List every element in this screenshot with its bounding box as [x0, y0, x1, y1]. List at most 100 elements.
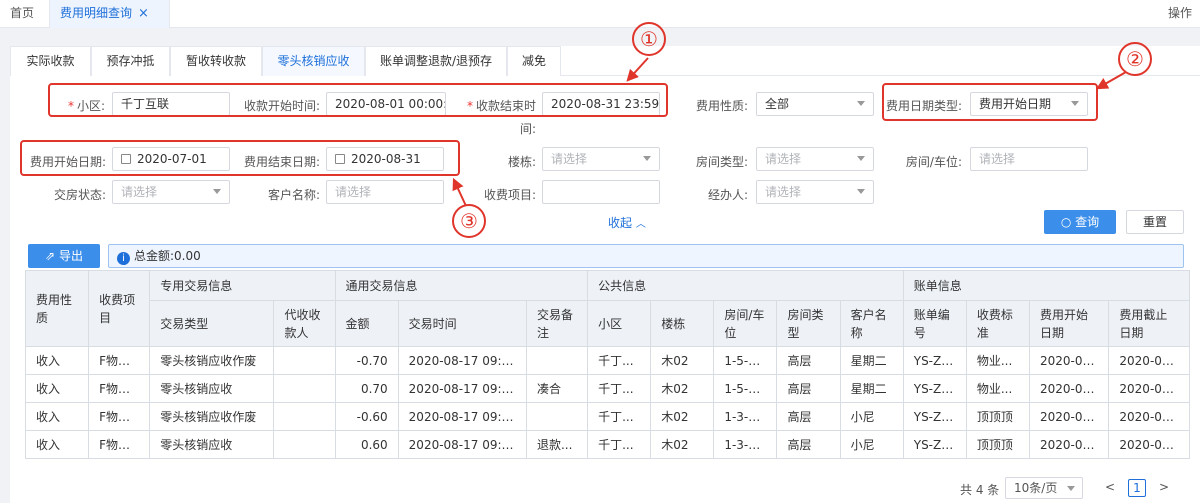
cell-bill-no: YS-ZC...	[902, 374, 967, 403]
cell-nature: 收入	[24, 402, 90, 431]
cell-room: 1-5-501	[713, 346, 778, 375]
cell-customer: 小尼	[839, 402, 904, 431]
cell-nature: 收入	[24, 374, 90, 403]
cell-room-type: 高层	[776, 430, 841, 459]
chevron-up-icon: ︿	[635, 219, 646, 230]
cell-trade-note: 退款...	[525, 430, 589, 459]
table-row[interactable]: 收入 F物业费 零头核销应收 0.70 2020-08-17 09:27:... 凑合 千丁…	[24, 374, 1190, 403]
cell-customer: 星期二	[839, 374, 904, 403]
cell-nature: 收入	[24, 430, 90, 459]
cell-bill-no: YS-ZC...	[902, 402, 967, 431]
cell-room-type: 高层	[776, 402, 841, 431]
subtab-actual-receipt[interactable]: 实际收款	[10, 46, 91, 76]
cell-trade-note	[525, 402, 589, 431]
cell-fee-start: 2020-08-04	[1028, 374, 1110, 403]
sub-tabs: 实际收款 预存冲抵 暂收转收款 零头核销应收 账单调整退款/退预存 减免	[10, 46, 1200, 76]
cell-trade-type: 零头核销应收	[149, 374, 275, 403]
cell-standard: 物业...	[965, 346, 1030, 375]
subtab-temp-to-receipt[interactable]: 暂收转收款	[170, 46, 262, 76]
prev-page-button[interactable]: <	[1098, 477, 1122, 499]
header-trade-type: 交易类型	[149, 300, 275, 347]
cell-building: 木02	[650, 374, 715, 403]
cell-standard: 物业...	[965, 374, 1030, 403]
cell-bill-no: YS-ZC...	[902, 346, 967, 375]
header-building: 楼栋	[650, 300, 715, 347]
cell-fee-end: 2020-08-17	[1108, 430, 1190, 459]
chevron-down-icon	[213, 189, 221, 194]
cell-agent	[273, 430, 336, 459]
subtab-odd-writeoff[interactable]: 零头核销应收	[262, 46, 365, 76]
subtab-bill-adjust-refund[interactable]: 账单调整退款/退预存	[365, 46, 507, 76]
cell-item: F物业费	[88, 402, 151, 431]
fee-detail-table: 费用性质 收费项目 专用交易信息 通用交易信息 公共信息 账单信息 交易类型 代…	[24, 270, 1191, 459]
handover-select[interactable]: 请选择	[112, 180, 230, 204]
cell-fee-end: 2020-08-31	[1108, 374, 1190, 403]
room-label: 房间/车位:	[905, 155, 962, 169]
cell-room: 1-5-501	[713, 374, 778, 403]
cell-trade-note	[525, 346, 589, 375]
header-agent: 代收收款人	[273, 300, 336, 347]
cell-trade-type: 零头核销应收	[149, 430, 275, 459]
close-icon[interactable]: ×	[138, 6, 149, 21]
tab-home[interactable]: 首页	[0, 0, 50, 28]
customer-input[interactable]: 请选择	[326, 180, 444, 204]
cell-amount: 0.70	[334, 374, 399, 403]
summary-bar: i 总金额:0.00	[108, 244, 1184, 268]
item-input[interactable]	[542, 180, 660, 204]
annotation-marker-1: ①	[632, 22, 666, 56]
cell-fee-end: 2020-08-17	[1108, 402, 1190, 431]
cell-trade-time: 2020-08-17 09:42:...	[397, 346, 527, 375]
header-trade-note: 交易备注	[525, 300, 589, 347]
cell-fee-start: 2020-08-01	[1028, 402, 1110, 431]
cell-trade-type: 零头核销应收作废	[149, 346, 275, 375]
item-label: 收费项目:	[483, 188, 536, 202]
table-row[interactable]: 收入 F物业费 零头核销应收 0.60 2020-08-17 09:38:... 退款..…	[24, 430, 1190, 459]
chevron-down-icon	[857, 156, 865, 161]
cell-item: F物业费	[88, 374, 151, 403]
building-select[interactable]: 请选择	[542, 147, 660, 171]
cell-agent	[273, 402, 336, 431]
cell-community: 千丁...	[587, 374, 652, 403]
cell-trade-time: 2020-08-17 09:27:...	[397, 374, 527, 403]
room-input[interactable]: 请选择	[970, 147, 1088, 171]
collapse-toggle[interactable]: 收起 ︿	[608, 214, 646, 231]
next-page-button[interactable]: >	[1152, 477, 1176, 499]
actions-menu[interactable]: 操作	[1168, 0, 1192, 27]
table-row[interactable]: 收入 F物业费 零头核销应收作废 -0.60 2020-08-17 09:40:... 千…	[24, 402, 1190, 431]
cell-amount: -0.70	[334, 346, 399, 375]
cell-standard: 顶顶顶	[965, 430, 1030, 459]
cell-trade-time: 2020-08-17 09:40:...	[397, 402, 527, 431]
table-row[interactable]: 收入 F物业费 零头核销应收作废 -0.70 2020-08-17 09:42:... 千…	[24, 346, 1190, 375]
cell-customer: 星期二	[839, 346, 904, 375]
top-tab-bar: 首页 费用明细查询 × 操作	[0, 0, 1200, 28]
end-time-label-wrap: 间:	[519, 122, 536, 136]
nature-label: 费用性质:	[695, 99, 748, 113]
cell-trade-time: 2020-08-17 09:38:...	[397, 430, 527, 459]
cell-amount: 0.60	[334, 430, 399, 459]
cell-nature: 收入	[24, 346, 90, 375]
summary-label: 总金额:	[134, 249, 175, 263]
cell-room: 1-3-303	[713, 430, 778, 459]
header-fee-end: 费用截止日期	[1108, 300, 1190, 347]
tab-fee-detail-query[interactable]: 费用明细查询 ×	[50, 0, 170, 28]
export-button[interactable]: ⇗ 导出	[28, 244, 100, 268]
query-button[interactable]: ○ 查询	[1044, 210, 1116, 234]
cell-building: 木02	[650, 346, 715, 375]
header-trade-time: 交易时间	[397, 300, 527, 347]
room-type-select[interactable]: 请选择	[756, 147, 874, 171]
page-1-button[interactable]: 1	[1128, 479, 1146, 497]
operator-select[interactable]: 请选择	[756, 180, 874, 204]
subtab-prestore-offset[interactable]: 预存冲抵	[91, 46, 170, 76]
nature-select[interactable]: 全部	[756, 92, 874, 116]
page-size-select[interactable]: 10条/页	[1005, 477, 1083, 499]
chevron-down-icon	[643, 156, 651, 161]
cell-standard: 顶顶顶	[965, 402, 1030, 431]
subtab-reduction[interactable]: 减免	[507, 46, 561, 76]
total-count: 共 4 条	[960, 483, 1000, 497]
chevron-down-icon	[857, 189, 865, 194]
export-icon: ⇗	[45, 249, 56, 263]
cell-community: 千丁...	[587, 430, 652, 459]
header-group-general: 通用交易信息	[334, 270, 589, 301]
reset-button[interactable]: 重置	[1126, 210, 1184, 234]
header-room-type: 房间类型	[776, 300, 841, 347]
